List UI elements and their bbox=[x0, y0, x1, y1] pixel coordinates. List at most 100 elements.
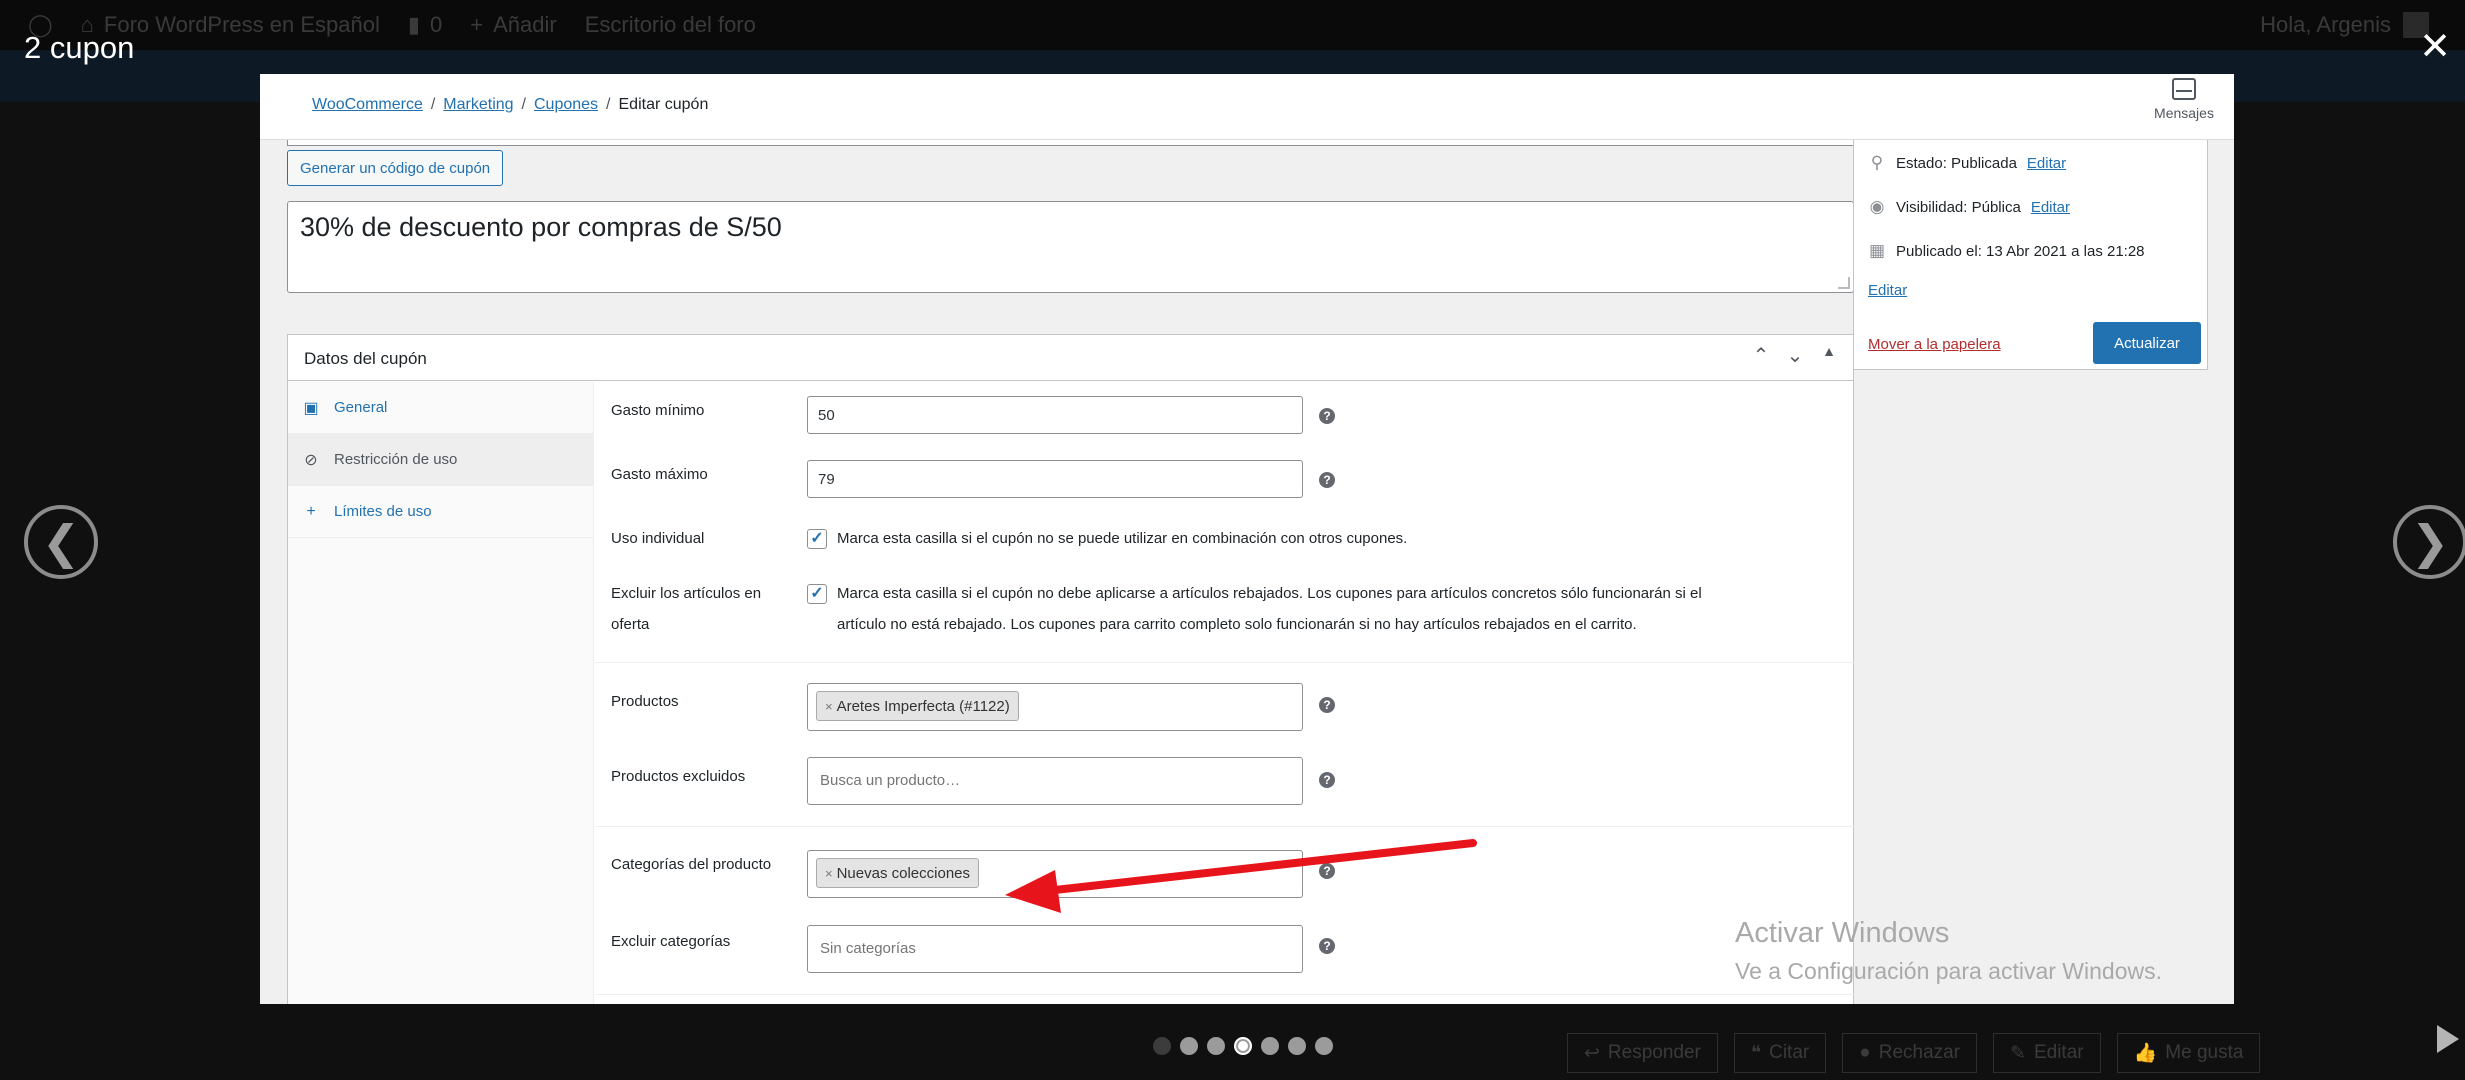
help-icon: ? bbox=[1319, 772, 1335, 788]
excluded-products-select[interactable]: Busca un producto… bbox=[807, 757, 1303, 805]
messages-button[interactable]: Mensajes bbox=[2144, 78, 2224, 121]
pagination-dot[interactable] bbox=[1234, 1037, 1252, 1055]
watermark-line2: Ve a Configuración para activar Windows. bbox=[1735, 958, 2162, 984]
category-chip: × Nuevas colecciones bbox=[816, 858, 979, 888]
pagination-dot[interactable] bbox=[1180, 1037, 1198, 1055]
help-icon: ? bbox=[1319, 472, 1335, 488]
individual-use-checkbox[interactable]: ✓ bbox=[807, 529, 827, 549]
annotation-arrow-icon bbox=[1005, 839, 1477, 913]
bg-like-action: 👍 Me gusta bbox=[2116, 1033, 2261, 1073]
individual-use-label: Uso individual bbox=[611, 530, 705, 547]
resize-handle-icon[interactable] bbox=[1838, 277, 1850, 289]
product-categories-label: Categorías del producto bbox=[611, 856, 772, 873]
coupon-data-header: Datos del cupón ⌃ ⌄ ▲ bbox=[288, 335, 1853, 381]
pin-icon: ⚲ bbox=[1870, 153, 1884, 172]
move-down-icon[interactable]: ⌄ bbox=[1785, 343, 1805, 368]
lightbox-title: 2 cupon bbox=[24, 30, 135, 65]
update-button[interactable]: Actualizar bbox=[2093, 322, 2201, 364]
help-icon: ? bbox=[1319, 408, 1335, 424]
bg-comments: ▮ 0 bbox=[407, 12, 443, 37]
bg-dashboard-link: Escritorio del foro bbox=[584, 12, 756, 37]
exclude-categories-select[interactable]: Sin categorías bbox=[807, 925, 1303, 973]
eye-icon: ◉ bbox=[1869, 197, 1885, 216]
edit-visibility-link[interactable]: Editar bbox=[2031, 199, 2070, 216]
generate-coupon-code-button[interactable]: Generar un código de cupón bbox=[287, 150, 504, 186]
tab-usage-limits[interactable]: + Límites de uso bbox=[288, 486, 593, 538]
breadcrumb-current: Editar cupón bbox=[618, 96, 709, 113]
inbox-icon bbox=[2172, 78, 2196, 100]
breadcrumb: WooCommerce / Marketing / Cupones / Edit… bbox=[312, 96, 708, 114]
tab-usage-restriction[interactable]: ⊘ Restricción de uso bbox=[288, 434, 593, 486]
pagination-dot[interactable] bbox=[1153, 1037, 1171, 1055]
breadcrumb-woocommerce-link[interactable]: WooCommerce bbox=[312, 96, 423, 114]
pagination-dot[interactable] bbox=[1207, 1037, 1225, 1055]
calendar-icon: ▦ bbox=[1868, 241, 1886, 260]
background-post-actions: ↩ Responder ❝ Citar ● Rechazar ✎ Editar 👍 Me … bbox=[1567, 1033, 2261, 1073]
exclude-sale-label-line2: oferta bbox=[611, 616, 650, 633]
coupon-description-textarea[interactable]: 30% de descuento por compras de S/50 bbox=[287, 201, 1854, 293]
lightbox-next-icon[interactable]: ❯ bbox=[2393, 505, 2465, 579]
pagination-dot[interactable] bbox=[1288, 1037, 1306, 1055]
bg-like-icon: 👍 bbox=[2133, 1043, 2158, 1064]
exclude-categories-label: Excluir categorías bbox=[611, 933, 731, 950]
breadcrumb-coupons-link[interactable]: Cupones bbox=[534, 96, 598, 114]
divider bbox=[595, 662, 1855, 663]
bg-reply-icon: ↩ bbox=[1584, 1042, 1600, 1064]
max-spend-label: Gasto máximo bbox=[611, 466, 708, 483]
woocommerce-header: WooCommerce / Marketing / Cupones / Edit… bbox=[260, 74, 2234, 140]
panel-controls: ⌃ ⌄ ▲ bbox=[1751, 343, 1839, 368]
exclude-categories-placeholder: Sin categorías bbox=[820, 940, 916, 957]
individual-use-description: Marca esta casilla si el cupón no se pue… bbox=[837, 530, 1408, 547]
windows-activation-watermark: Activar Windows Ve a Configuración para … bbox=[1735, 917, 2162, 985]
min-spend-input[interactable] bbox=[807, 396, 1303, 434]
help-icon: ? bbox=[1319, 938, 1335, 954]
product-chip: × Aretes Imperfecta (#1122) bbox=[816, 691, 1019, 721]
max-spend-input[interactable] bbox=[807, 460, 1303, 498]
bg-edit-icon: ✎ bbox=[2010, 1042, 2026, 1064]
coupon-data-tabs: ▣ General ⊘ Restricción de uso + Límites… bbox=[288, 382, 594, 1004]
breadcrumb-marketing-link[interactable]: Marketing bbox=[443, 96, 513, 114]
edit-date-link[interactable]: Editar bbox=[1868, 282, 1907, 299]
background-admin-bar: ◯ ⌂ Foro WordPress en Español ▮ 0 + Añad… bbox=[0, 0, 2465, 50]
publish-date: ▦ Publicado el: 13 Abr 2021 a las 21:28 bbox=[1868, 241, 2145, 260]
bg-quote-icon: ❝ bbox=[1750, 1042, 1762, 1064]
bg-edit-action: ✎ Editar bbox=[1993, 1033, 2101, 1073]
divider bbox=[595, 826, 1855, 827]
remove-chip-icon[interactable]: × bbox=[825, 699, 833, 714]
products-select[interactable]: × Aretes Imperfecta (#1122) bbox=[807, 683, 1303, 731]
lightbox-close-icon[interactable]: ✕ bbox=[2415, 28, 2455, 66]
move-to-trash-link[interactable]: Mover a la papelera bbox=[1868, 336, 2001, 353]
pagination-dot[interactable] bbox=[1315, 1037, 1333, 1055]
ticket-icon: ▣ bbox=[303, 399, 319, 417]
bg-add-new: + Añadir bbox=[470, 12, 557, 37]
bg-reject-icon: ● bbox=[1859, 1042, 1871, 1063]
messages-label: Mensajes bbox=[2154, 105, 2214, 121]
coupon-data-title: Datos del cupón bbox=[304, 349, 427, 368]
min-spend-label: Gasto mínimo bbox=[611, 402, 705, 419]
bg-reply-action: ↩ Responder bbox=[1567, 1033, 1718, 1073]
publish-visibility: ◉ Visibilidad: Pública Editar bbox=[1869, 197, 2070, 216]
exclude-sale-checkbox[interactable]: ✓ bbox=[807, 584, 827, 604]
breadcrumb-separator: / bbox=[606, 96, 611, 113]
bg-comment-icon: ▮ bbox=[407, 12, 420, 37]
tab-general[interactable]: ▣ General bbox=[288, 382, 593, 434]
collapse-icon[interactable]: ▲ bbox=[1819, 343, 1839, 368]
bg-plus-icon: + bbox=[470, 12, 484, 37]
pagination-dot[interactable] bbox=[1261, 1037, 1279, 1055]
breadcrumb-separator: / bbox=[430, 96, 436, 113]
coupon-code-input[interactable] bbox=[287, 140, 1854, 146]
move-up-icon[interactable]: ⌃ bbox=[1751, 343, 1771, 368]
bg-greeting: Hola, Argenis bbox=[2260, 12, 2429, 38]
edit-status-link[interactable]: Editar bbox=[2027, 155, 2066, 172]
exclude-sale-description-line1: Marca esta casilla si el cupón no debe a… bbox=[837, 585, 1702, 602]
exclude-sale-description-line2: artículo no está rebajado. Los cupones p… bbox=[837, 616, 1637, 633]
lightbox-prev-icon[interactable]: ❮ bbox=[24, 505, 98, 579]
remove-chip-icon[interactable]: × bbox=[825, 866, 833, 881]
excluded-products-placeholder: Busca un producto… bbox=[820, 772, 961, 789]
publish-status: ⚲ Estado: Publicada Editar bbox=[1868, 154, 2066, 172]
watermark-line1: Activar Windows bbox=[1735, 917, 1950, 949]
breadcrumb-separator: / bbox=[521, 96, 526, 113]
bg-reject-action: ● Rechazar bbox=[1842, 1033, 1978, 1073]
ban-icon: ⊘ bbox=[304, 451, 318, 469]
lightbox-play-icon[interactable] bbox=[2437, 1025, 2459, 1053]
